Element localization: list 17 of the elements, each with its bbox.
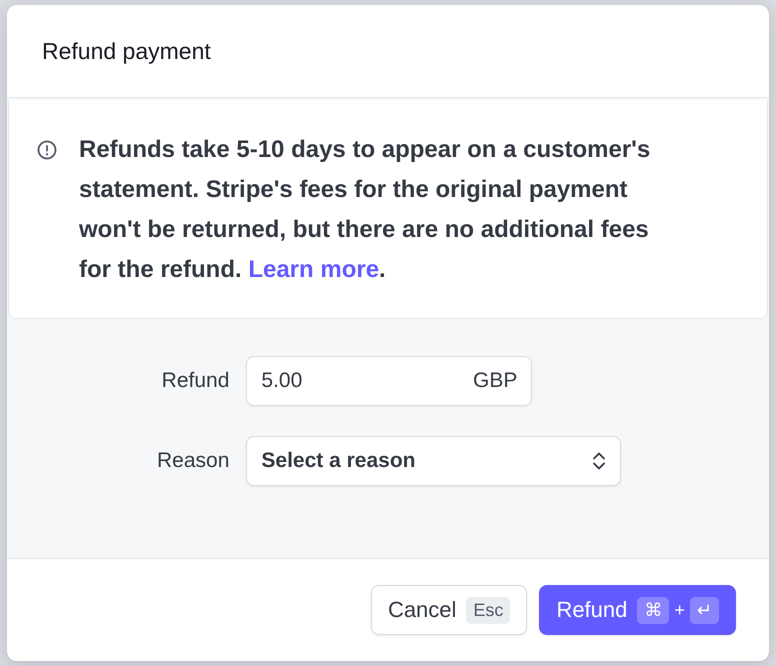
field-label: Refund [160,369,230,393]
amount-field[interactable]: 5.00 GBP [246,356,532,406]
amount-value: 5.00 [261,369,304,393]
dialog-title: Refund payment [42,38,211,64]
field-label: Reason [157,449,230,473]
refund-button[interactable]: Refund ⌘ + ↵ [539,585,736,635]
shortcut-key: Esc [466,596,510,624]
info-icon [37,140,57,160]
plus-sign: + [674,600,685,620]
notice-text: Refunds take 5-10 days to appear on a customer's statement. Stripe's fees for the original payment won't be returned, but there are no additional fees for the refund. Learn more. [79,135,652,285]
chevron-up-down-icon [592,451,606,471]
learn-more-link[interactable]: Learn more [248,256,380,283]
currency-label: GBP [473,369,518,393]
shortcut-key: ⌘ [637,596,670,624]
cancel-button[interactable]: Cancel Esc [370,585,528,635]
shortcut-key: ↵ [690,596,719,624]
reason-select[interactable]: Select a reason [246,436,622,486]
